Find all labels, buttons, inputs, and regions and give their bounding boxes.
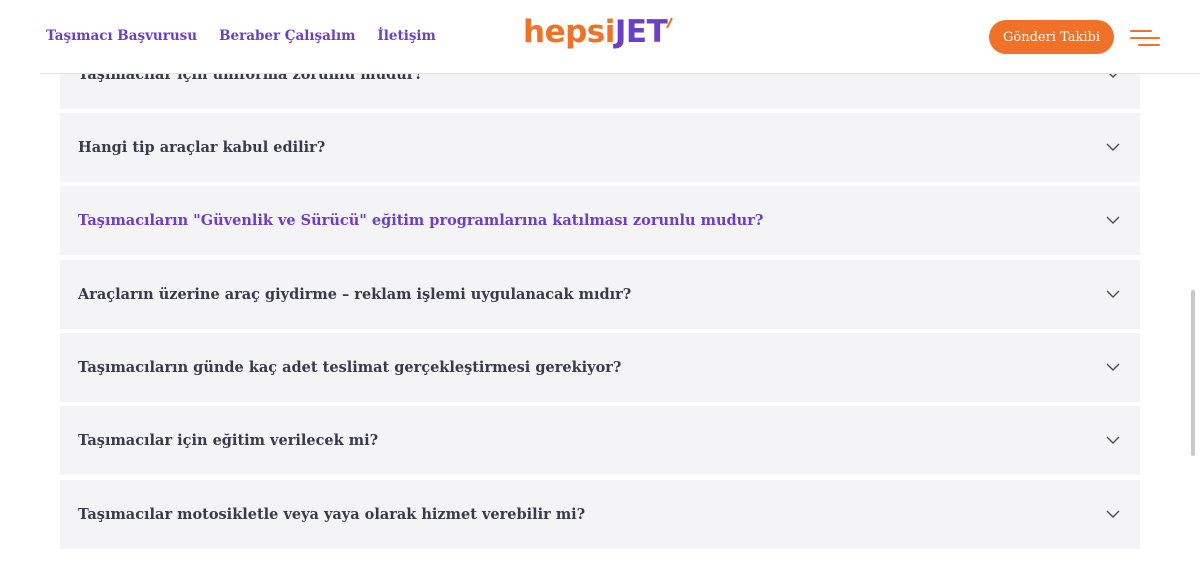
nav-link-work-together[interactable]: Beraber Çalışalım	[219, 28, 355, 44]
logo-accent-icon	[666, 17, 674, 29]
faq-item[interactable]: Hangi tip araçlar kabul edilir?	[60, 113, 1140, 182]
chevron-down-icon[interactable]	[1104, 432, 1122, 450]
faq-question: Taşımacıların "Güvenlik ve Sürücü" eğiti…	[78, 212, 764, 229]
chevron-down-icon[interactable]	[1104, 359, 1122, 377]
main-nav: Taşımacı Başvurusu Beraber Çalışalım İle…	[46, 28, 436, 44]
faq-question: Taşımacılar motosikletle veya yaya olara…	[78, 506, 586, 523]
chevron-down-icon[interactable]	[1104, 139, 1122, 157]
logo-text-hepsi: hepsi	[523, 14, 615, 50]
chevron-down-icon[interactable]	[1104, 506, 1122, 524]
faq-question: Araçların üzerine araç giydirme – reklam…	[78, 286, 632, 303]
faq-question: Taşımacıların günde kaç adet teslimat ge…	[78, 359, 622, 376]
faq-question: Hangi tip araçlar kabul edilir?	[78, 139, 326, 156]
scrollbar[interactable]	[1191, 290, 1195, 456]
faq-item[interactable]: Taşımacılar için eğitim verilecek mi?	[60, 406, 1140, 475]
faq-item[interactable]: Taşımacılar motosikletle veya yaya olara…	[60, 480, 1140, 549]
faq-item[interactable]: Araçların üzerine araç giydirme – reklam…	[60, 260, 1140, 329]
faq-item[interactable]: Taşımacıların "Güvenlik ve Sürücü" eğiti…	[60, 186, 1140, 255]
hamburger-menu-icon[interactable]	[1130, 28, 1162, 48]
site-header: Taşımacı Başvurusu Beraber Çalışalım İle…	[0, 0, 1200, 73]
chevron-down-icon[interactable]	[1104, 212, 1122, 230]
chevron-down-icon[interactable]	[1104, 286, 1122, 304]
header-divider	[40, 73, 1200, 74]
faq-question: Taşımacılar için eğitim verilecek mi?	[78, 432, 379, 449]
faq-item[interactable]: Taşımacıların günde kaç adet teslimat ge…	[60, 333, 1140, 402]
nav-link-contact[interactable]: İletişim	[377, 28, 435, 44]
hepsijet-logo[interactable]: hepsi JET	[523, 14, 674, 54]
nav-link-carrier-application[interactable]: Taşımacı Başvurusu	[46, 28, 197, 44]
shipment-tracking-button[interactable]: Gönderi Takibi	[989, 20, 1114, 54]
logo-text-jet: JET	[614, 14, 668, 50]
